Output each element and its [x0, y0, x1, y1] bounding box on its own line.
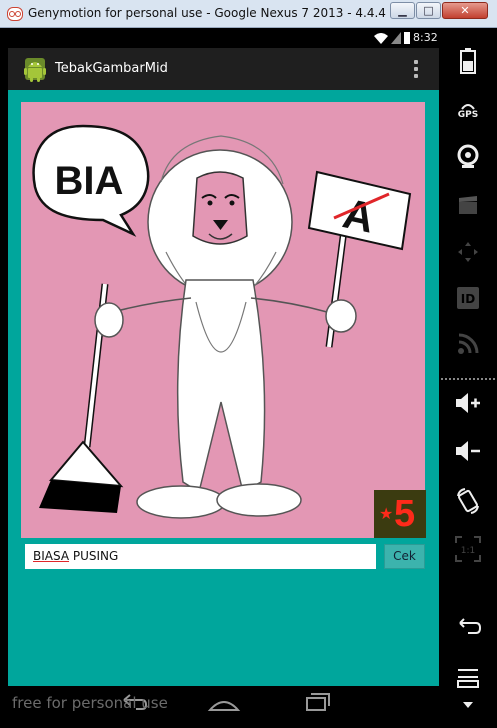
- minimize-button[interactable]: ▁: [390, 2, 415, 19]
- android-screen: 8:32 TebakGambarMid BIA A ★ 5 BIASA PUSI…: [8, 28, 439, 720]
- gps-icon: [461, 104, 475, 110]
- action-bar: TebakGambarMid: [8, 48, 439, 90]
- answer-input[interactable]: BIASA PUSING: [25, 544, 376, 569]
- volume-up-button[interactable]: [447, 392, 489, 428]
- clock: 8:32: [413, 31, 438, 44]
- maximize-button[interactable]: □: [416, 2, 441, 19]
- genymotion-sidebar: GPS ID 1:1: [439, 28, 497, 728]
- svg-text:ID: ID: [461, 292, 475, 306]
- genymotion-icon: [7, 7, 23, 21]
- close-button[interactable]: ✕: [442, 2, 488, 19]
- check-button[interactable]: Cek: [384, 544, 425, 569]
- clapper-icon: [459, 196, 477, 214]
- menu-icon: [457, 669, 479, 688]
- rotate-icon: [457, 488, 479, 514]
- stars-badge: ★ 5: [374, 490, 426, 538]
- wifi-icon: [374, 33, 388, 44]
- scale-icon: 1:1: [455, 536, 481, 562]
- id-icon: ID: [457, 287, 479, 309]
- rss-icon: [458, 333, 479, 354]
- watermark: free for personal use: [12, 694, 168, 712]
- battery-widget-button[interactable]: [447, 48, 489, 84]
- answer-word-2: PUSING: [72, 549, 119, 563]
- android-back-button[interactable]: [447, 618, 489, 654]
- remote-control-button[interactable]: [447, 332, 489, 368]
- device-id-button[interactable]: ID: [447, 286, 489, 322]
- answer-word-1: BIASA: [33, 549, 70, 563]
- window-title: Genymotion for personal use - Google Nex…: [28, 6, 388, 20]
- speech-bubble-text: BIA: [55, 159, 124, 203]
- svg-text:1:1: 1:1: [461, 546, 475, 556]
- scroll-down-button[interactable]: [447, 702, 489, 722]
- home-icon[interactable]: [204, 686, 244, 720]
- stars-count: 5: [394, 493, 416, 535]
- emulator-frame: 8:32 TebakGambarMid BIA A ★ 5 BIASA PUSI…: [0, 28, 497, 728]
- android-menu-button[interactable]: [447, 668, 489, 704]
- status-bar: 8:32: [8, 28, 439, 48]
- puzzle-image: BIA A: [21, 102, 425, 538]
- dpad-button[interactable]: [447, 240, 489, 276]
- webcam-icon: [457, 144, 479, 168]
- window-titlebar: Genymotion for personal use - Google Nex…: [0, 0, 497, 28]
- gps-button[interactable]: GPS: [447, 100, 489, 136]
- volume-down-button[interactable]: [447, 440, 489, 476]
- android-icon: [24, 58, 46, 82]
- capture-button[interactable]: [447, 194, 489, 230]
- rotate-button[interactable]: [447, 488, 489, 524]
- overflow-menu-icon[interactable]: [410, 58, 422, 80]
- battery-icon: [460, 48, 476, 74]
- star-icon: ★: [379, 504, 394, 523]
- chevron-down-icon: [463, 702, 473, 708]
- pixel-perfect-button[interactable]: 1:1: [447, 536, 489, 572]
- signal-icon: [391, 32, 401, 44]
- back-icon: [459, 618, 482, 634]
- battery-icon: [404, 32, 410, 44]
- camera-button[interactable]: [447, 144, 489, 180]
- lion-illustration: BIA A: [32, 124, 412, 519]
- move-icon: [458, 242, 478, 262]
- app-title: TebakGambarMid: [55, 61, 168, 76]
- recent-apps-icon[interactable]: [297, 686, 337, 720]
- volume-up-icon: [456, 393, 480, 413]
- volume-down-icon: [456, 441, 480, 461]
- sidebar-divider: [441, 378, 495, 380]
